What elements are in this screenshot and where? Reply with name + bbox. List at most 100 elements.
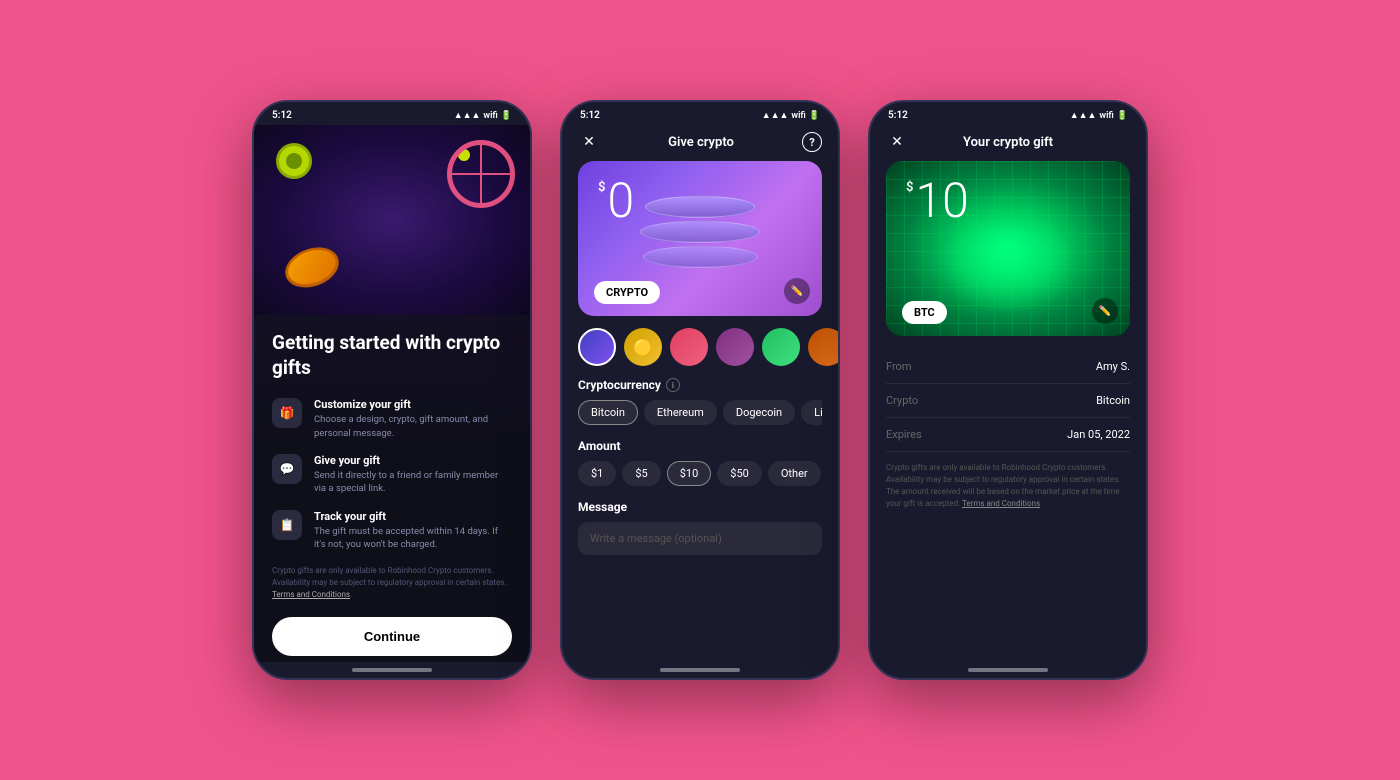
design-option-2[interactable] xyxy=(670,328,708,366)
design-option-3[interactable] xyxy=(716,328,754,366)
crypto-chip-ethereum[interactable]: Ethereum xyxy=(644,400,717,425)
give-title: Give your gift xyxy=(314,454,512,467)
detail-crypto: Crypto Bitcoin xyxy=(886,384,1130,418)
amount-chip-other[interactable]: Other xyxy=(768,461,821,486)
screen2-content: $ 0 CRYPTO ✏️ 🟡 Cryptocur xyxy=(562,161,838,662)
feature-track-text: Track your gift The gift must be accepte… xyxy=(314,510,512,552)
detail-from: From Amy S. xyxy=(886,350,1130,384)
btc-badge: BTC xyxy=(902,301,947,324)
amount-display-3: $ 10 xyxy=(906,177,969,225)
home-bar-3 xyxy=(968,668,1048,672)
amount-chip-10[interactable]: $10 xyxy=(667,461,712,486)
time-1: 5:12 xyxy=(272,110,292,121)
track-icon: 📋 xyxy=(272,510,302,540)
design-option-1[interactable]: 🟡 xyxy=(624,328,662,366)
coin-orange xyxy=(282,241,347,295)
time-3: 5:12 xyxy=(888,110,908,121)
status-icons-3: ▲▲▲ wifi 🔋 xyxy=(1070,110,1128,121)
crypto-chip-dogecoin[interactable]: Dogecoin xyxy=(723,400,795,425)
expires-label: Expires xyxy=(886,428,922,441)
give-icon: 💬 xyxy=(272,454,302,484)
amount-chip-row: $1 $5 $10 $50 Other xyxy=(578,461,822,486)
amount-value-3: 10 xyxy=(915,177,968,225)
design-option-0[interactable] xyxy=(578,328,616,366)
status-bar-2: 5:12 ▲▲▲ wifi 🔋 xyxy=(562,102,838,125)
home-bar-1 xyxy=(352,668,432,672)
status-icons-1: ▲▲▲ wifi 🔋 xyxy=(454,110,512,121)
screen3-title: Your crypto gift xyxy=(963,135,1053,150)
screen2-scroll: Cryptocurrency i Bitcoin Ethereum Dogeco… xyxy=(562,378,838,555)
battery-icon-2: 🔋 xyxy=(809,111,820,121)
crypto-chip-bitcoin[interactable]: Bitcoin xyxy=(578,400,638,425)
expires-value: Jan 05, 2022 xyxy=(1067,428,1130,441)
crypto-info-icon[interactable]: i xyxy=(666,378,680,392)
amount-chip-5[interactable]: $5 xyxy=(622,461,660,486)
design-option-4[interactable] xyxy=(762,328,800,366)
coin-layer-3 xyxy=(643,245,758,267)
crypto-badge-2: CRYPTO xyxy=(594,281,660,304)
customize-title: Customize your gift xyxy=(314,398,512,411)
status-bar-3: 5:12 ▲▲▲ wifi 🔋 xyxy=(870,102,1146,125)
time-2: 5:12 xyxy=(580,110,600,121)
signal-icon-3: ▲▲▲ xyxy=(1070,110,1097,121)
terms-link-3[interactable]: Terms and Conditions xyxy=(962,499,1040,508)
from-value: Amy S. xyxy=(1096,360,1130,373)
feature-give-text: Give your gift Send it directly to a fri… xyxy=(314,454,512,496)
screen-3: 5:12 ▲▲▲ wifi 🔋 ✕ Your crypto gift $ 10 … xyxy=(868,100,1148,680)
crypto-chip-litecoin[interactable]: Litec xyxy=(801,400,822,425)
signal-icon-2: ▲▲▲ xyxy=(762,110,789,121)
message-input[interactable]: Write a message (optional) xyxy=(578,522,822,555)
signal-icon: ▲▲▲ xyxy=(454,110,481,121)
customize-desc: Choose a design, crypto, gift amount, an… xyxy=(314,413,512,440)
dollar-symbol-3: $ xyxy=(906,180,913,195)
amount-chip-1[interactable]: $1 xyxy=(578,461,616,486)
close-button-2[interactable]: ✕ xyxy=(578,131,600,153)
track-desc: The gift must be accepted within 14 days… xyxy=(314,525,512,552)
feature-give: 💬 Give your gift Send it directly to a f… xyxy=(272,454,512,496)
message-label: Message xyxy=(578,500,822,514)
stacked-coins xyxy=(640,195,760,267)
screen2-header: ✕ Give crypto ? xyxy=(562,125,838,161)
dollar-symbol-2: $ xyxy=(598,180,605,195)
help-button-2[interactable]: ? xyxy=(802,132,822,152)
edit-button-2[interactable]: ✏️ xyxy=(784,278,810,304)
give-desc: Send it directly to a friend or family m… xyxy=(314,469,512,496)
detail-expires: Expires Jan 05, 2022 xyxy=(886,418,1130,452)
from-label: From xyxy=(886,360,911,373)
design-option-5[interactable] xyxy=(808,328,838,366)
feature-track: 📋 Track your gift The gift must be accep… xyxy=(272,510,512,552)
status-bar-1: 5:12 ▲▲▲ wifi 🔋 xyxy=(254,102,530,125)
home-bar-2 xyxy=(660,668,740,672)
gift-card-3: $ 10 BTC ✏️ xyxy=(886,161,1130,336)
coin-layer-1 xyxy=(645,195,755,217)
screen-1: 5:12 ▲▲▲ wifi 🔋 Getting started with cry… xyxy=(252,100,532,680)
cryptocurrency-label: Cryptocurrency i xyxy=(578,378,822,392)
edit-button-3[interactable]: ✏️ xyxy=(1092,298,1118,324)
wifi-icon-3: wifi xyxy=(1099,111,1113,121)
amount-value-2: 0 xyxy=(607,177,634,225)
screen1-body: Getting started with crypto gifts 🎁 Cust… xyxy=(254,315,530,662)
coin-layer-2 xyxy=(640,220,760,242)
crypto-value: Bitcoin xyxy=(1096,394,1130,407)
battery-icon: 🔋 xyxy=(501,111,512,121)
coin-green xyxy=(276,143,312,179)
screen1-title: Getting started with crypto gifts xyxy=(272,331,512,380)
continue-button[interactable]: Continue xyxy=(272,617,512,656)
amount-display-2: $ 0 xyxy=(598,177,634,225)
status-icons-2: ▲▲▲ wifi 🔋 xyxy=(762,110,820,121)
crypto-label-detail: Crypto xyxy=(886,394,918,407)
disclaimer-3: Crypto gifts are only available to Robin… xyxy=(870,452,1146,520)
customize-icon: 🎁 xyxy=(272,398,302,428)
close-button-3[interactable]: ✕ xyxy=(886,131,908,153)
coin-pink xyxy=(447,140,515,208)
wifi-icon-2: wifi xyxy=(791,111,805,121)
detail-rows: From Amy S. Crypto Bitcoin Expires Jan 0… xyxy=(870,350,1146,452)
feature-customize: 🎁 Customize your gift Choose a design, c… xyxy=(272,398,512,440)
terms-link-1[interactable]: Terms and Conditions xyxy=(272,590,350,599)
screen3-content: $ 10 BTC ✏️ From Amy S. Crypto Bitcoin E… xyxy=(870,161,1146,662)
gift-card-2: $ 0 CRYPTO ✏️ xyxy=(578,161,822,316)
disclaimer-1: Crypto gifts are only available to Robin… xyxy=(272,565,512,609)
amount-chip-50[interactable]: $50 xyxy=(717,461,762,486)
feature-customize-text: Customize your gift Choose a design, cry… xyxy=(314,398,512,440)
design-selector: 🟡 xyxy=(562,328,838,378)
